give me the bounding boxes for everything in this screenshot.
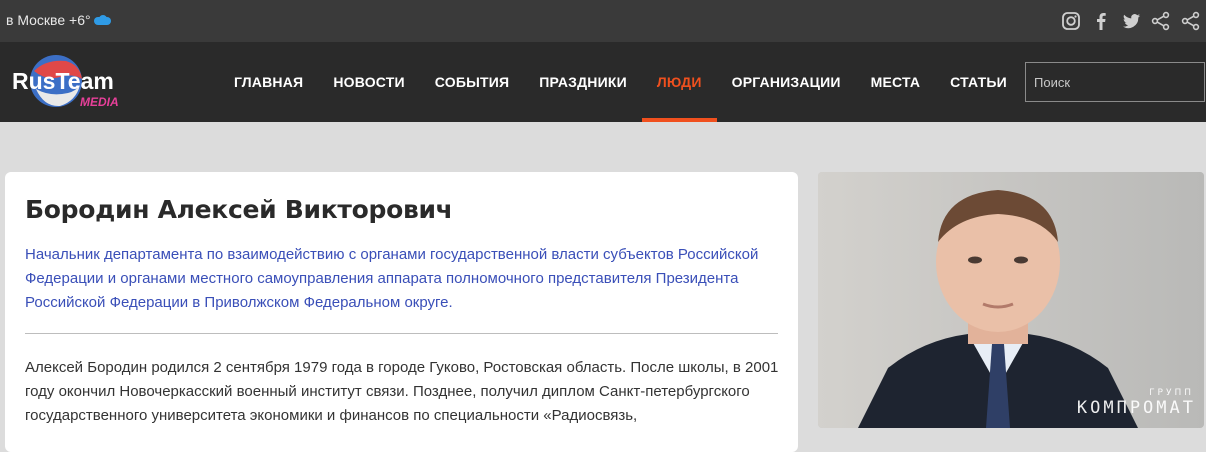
cloud-icon [93, 15, 111, 25]
person-position: Начальник департамента по взаимодействию… [25, 246, 759, 311]
watermark-top: ГРУПП [1149, 388, 1194, 398]
facebook-icon[interactable] [1090, 10, 1112, 32]
search-input[interactable] [1025, 62, 1205, 102]
logo-title: RusTeam [12, 68, 114, 94]
person-card: Бородин Алексей Викторович Начальник деп… [5, 172, 798, 452]
top-bar: в Москве +6° [0, 0, 1206, 42]
nav-item-people[interactable]: ЛЮДИ [641, 42, 717, 122]
twitter-icon[interactable] [1120, 10, 1142, 32]
share-icon[interactable] [1180, 10, 1202, 32]
person-bio: Алексей Бородин родился 2 сентября 1979 … [25, 359, 779, 424]
divider [25, 333, 778, 334]
nav-item-holidays[interactable]: ПРАЗДНИКИ [524, 42, 642, 122]
nav-item-articles[interactable]: СТАТЬИ [935, 42, 1022, 122]
site-logo[interactable]: RusTeam MEDIA [6, 51, 119, 113]
instagram-icon[interactable] [1060, 10, 1082, 32]
social-links [1052, 10, 1206, 32]
share-icon[interactable] [1150, 10, 1172, 32]
main-nav: ГЛАВНАЯ НОВОСТИ СОБЫТИЯ ПРАЗДНИКИ ЛЮДИ О… [219, 42, 1022, 122]
page-title: Бородин Алексей Викторович [25, 195, 453, 224]
nav-item-home[interactable]: ГЛАВНАЯ [219, 42, 318, 122]
main-navbar: RusTeam MEDIA ГЛАВНАЯ НОВОСТИ СОБЫТИЯ ПР… [0, 42, 1206, 122]
weather-text: в Москве +6° [6, 12, 91, 28]
nav-item-events[interactable]: СОБЫТИЯ [420, 42, 525, 122]
weather-widget[interactable]: в Москве +6° [6, 12, 111, 28]
watermark-main: КОМПРОМАТ [1076, 398, 1196, 418]
logo-subtitle: MEDIA [80, 95, 118, 109]
person-photo[interactable]: ГРУПП КОМПРОМАТ [818, 172, 1204, 428]
nav-item-news[interactable]: НОВОСТИ [318, 42, 419, 122]
nav-item-places[interactable]: МЕСТА [856, 42, 936, 122]
nav-item-organizations[interactable]: ОРГАНИЗАЦИИ [717, 42, 856, 122]
